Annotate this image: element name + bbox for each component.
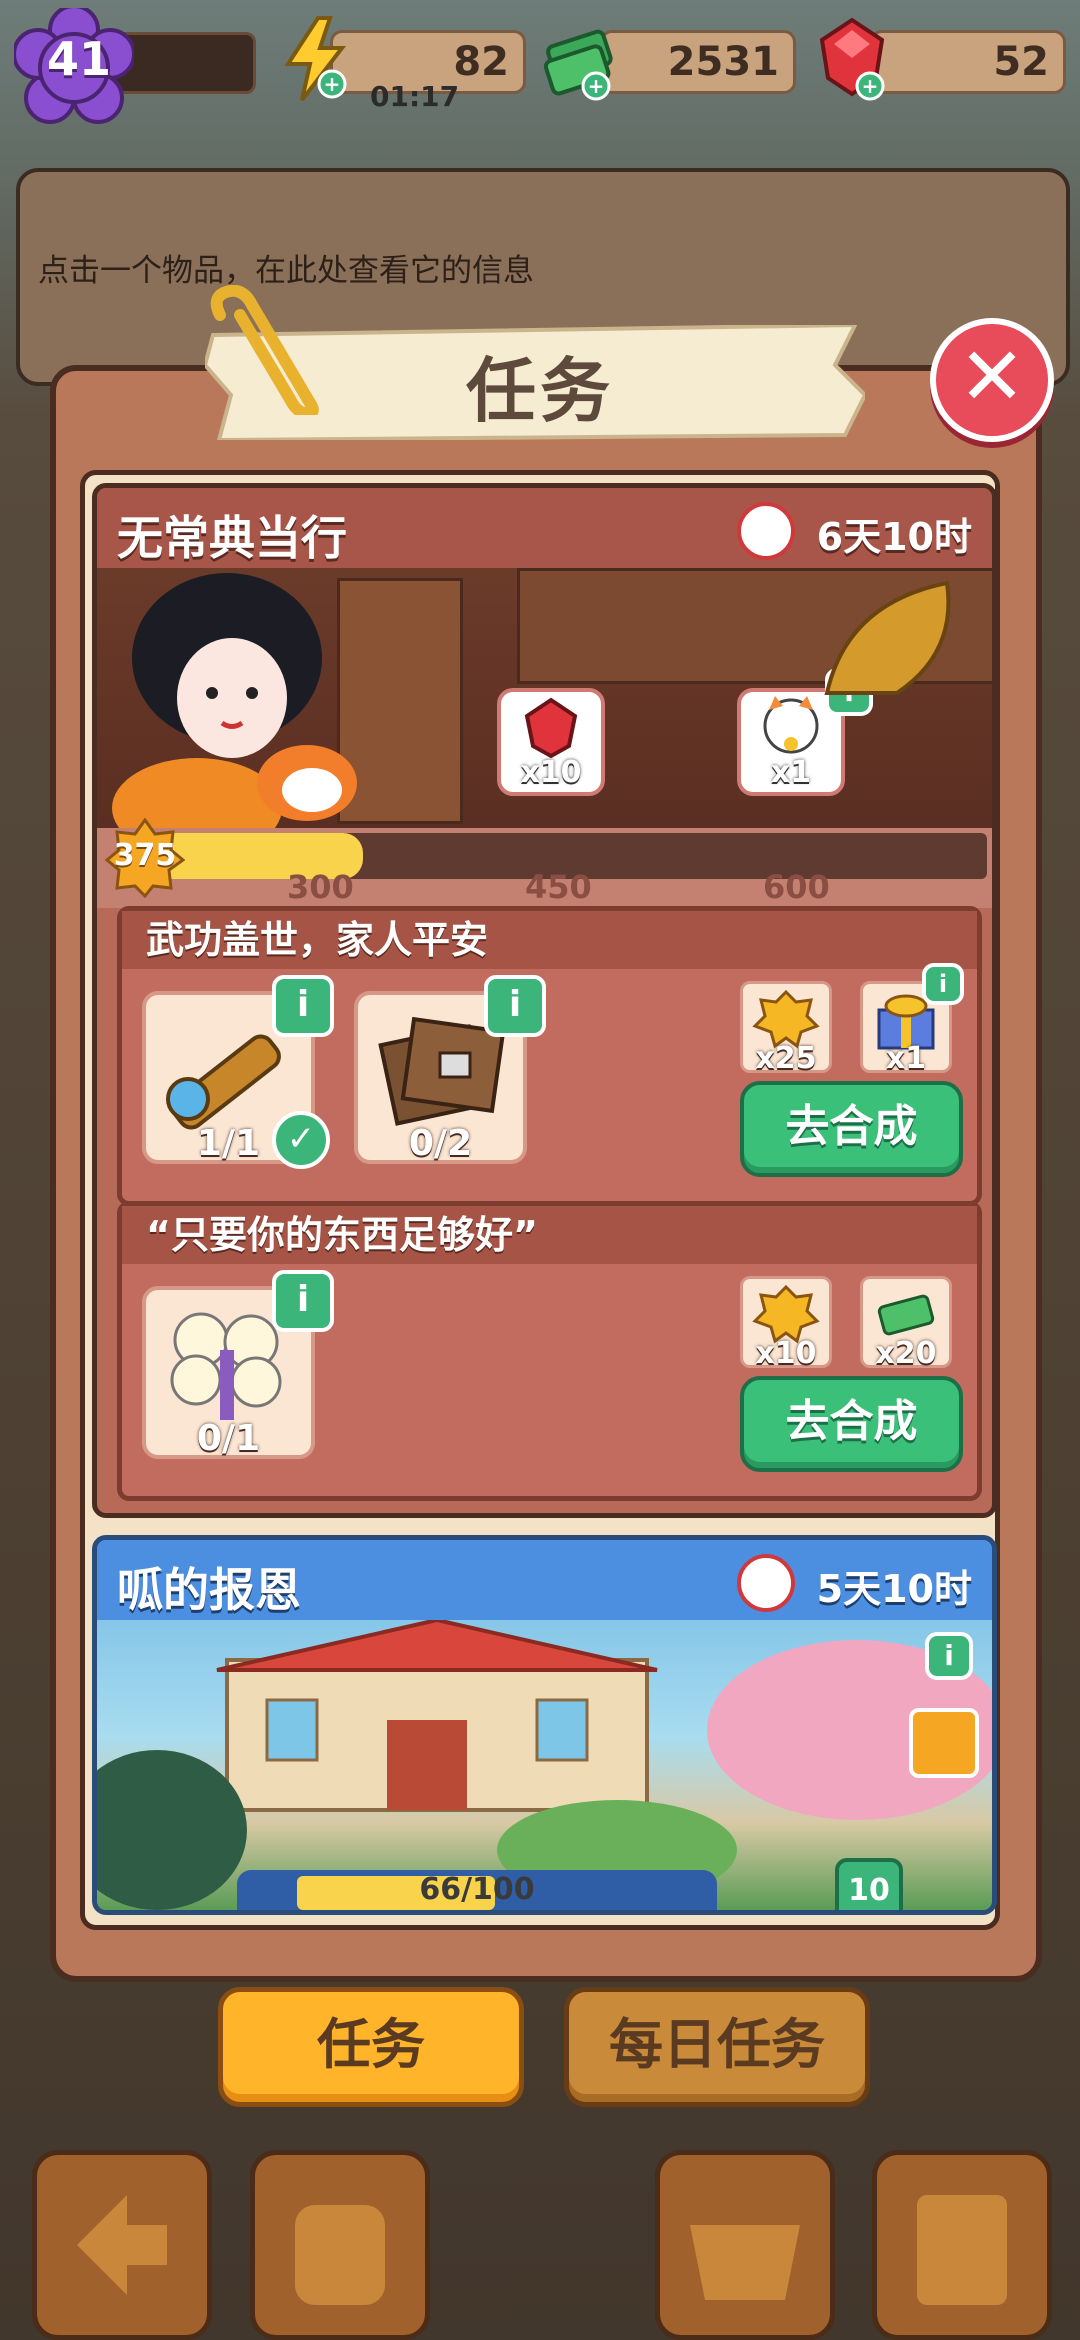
inventory-button[interactable] — [250, 2150, 430, 2340]
clock-icon — [737, 1554, 795, 1612]
reward-count: x20 — [875, 1336, 937, 1371]
back-button[interactable] — [32, 2150, 212, 2340]
reward-level-badge: 10 — [835, 1858, 903, 1910]
info-button[interactable]: i — [272, 1270, 334, 1332]
cash-counter[interactable]: 2531 — [600, 30, 796, 94]
red-gem-icon — [524, 697, 578, 759]
go-merge-button[interactable]: 去合成 — [740, 1376, 963, 1472]
svg-text:+: + — [862, 74, 879, 98]
event-card-frog[interactable]: 呱的报恩 5天10时 i 66/100 10 — [92, 1535, 997, 1915]
red-gem-icon: + — [819, 17, 885, 101]
go-merge-button[interactable]: 去合成 — [740, 1081, 963, 1177]
event-progress: 300 450 600 — [97, 828, 992, 908]
backpack-icon — [295, 2205, 385, 2305]
reward-count: x1 — [770, 755, 812, 790]
basket-icon — [690, 2225, 800, 2300]
tab-quests[interactable]: 任务 — [218, 1987, 524, 2107]
reward-count: x10 — [520, 755, 582, 790]
svg-text:+: + — [588, 74, 605, 98]
milestone-300-label: 300 — [287, 868, 354, 906]
level-number: 41 — [46, 32, 111, 86]
gem-counter[interactable]: 52 — [870, 30, 1066, 94]
event-card-pawnshop: 无常典当行 6天10时 x10 x1 300 450 600 375 武功盖世，… — [92, 483, 997, 1518]
score-value: 375 — [113, 838, 177, 873]
event-header: 无常典当行 6天10时 — [97, 488, 992, 568]
event-timer: 5天10时 — [816, 1567, 972, 1611]
reward-cash: x20 — [860, 1276, 952, 1371]
back-arrow-icon — [77, 2195, 167, 2295]
clock-icon — [737, 502, 795, 560]
reward-gold-coin: x10 — [740, 1276, 832, 1371]
cash-value: 2531 — [667, 39, 779, 85]
trophy-icon[interactable] — [909, 1708, 979, 1778]
quests-button[interactable] — [872, 2150, 1052, 2340]
checkmark-icon: ✓ — [272, 1111, 330, 1169]
pawnshop-owner-character — [112, 573, 357, 828]
reward-count: x25 — [755, 1041, 817, 1076]
close-button[interactable]: ✕ — [930, 318, 1054, 442]
energy-bolt-icon: + — [284, 16, 347, 102]
event-scene: x10 x1 i — [97, 568, 992, 828]
close-icon: ✕ — [958, 330, 1026, 423]
task-card: 武功盖世，家人平安 1/1 ✓ i 0/2 i x25 x1 i 去合成 — [117, 906, 982, 1206]
energy-value: 82 — [453, 39, 509, 85]
item-quantity: 0/2 — [408, 1123, 473, 1164]
event2-progress-bar: 66/100 — [237, 1870, 717, 1910]
resource-bar: 41 82 + 01:17 2531 + 52 + — [0, 0, 1080, 124]
event-title: 呱的报恩 — [117, 1563, 301, 1617]
svg-text:+: + — [324, 72, 341, 96]
progress-text: 66/100 — [419, 1872, 535, 1907]
task-title: “只要你的东西足够好” — [122, 1206, 977, 1264]
info-button[interactable]: i — [272, 975, 334, 1037]
cash-icon: + — [543, 29, 613, 101]
milestone-450-label: 450 — [525, 868, 592, 906]
milestone-600-label: 600 — [763, 868, 830, 906]
item-quantity: 0/1 — [196, 1418, 261, 1459]
shop-button[interactable] — [655, 2150, 835, 2340]
info-button[interactable]: i — [922, 963, 964, 1005]
energy-timer: 01:17 — [370, 80, 460, 113]
gramophone-icon — [824, 580, 951, 695]
milestone-reward-450[interactable]: x10 — [497, 688, 605, 796]
reward-count: x1 — [885, 1041, 927, 1076]
event-header: 呱的报恩 5天10时 — [97, 1540, 992, 1620]
reward-gold-coin: x25 — [740, 981, 832, 1076]
gem-value: 52 — [993, 39, 1049, 85]
info-button[interactable]: i — [484, 975, 546, 1037]
event-title: 无常典当行 — [117, 511, 347, 565]
item-info-hint: 点击一个物品，在此处查看它的信息 — [38, 253, 534, 289]
info-button[interactable]: i — [925, 1632, 973, 1680]
task-card: “只要你的东西足够好” 0/1 i x10 x20 去合成 — [117, 1201, 982, 1501]
tab-daily-quests[interactable]: 每日任务 — [564, 1987, 870, 2107]
task-title: 武功盖世，家人平安 — [122, 911, 977, 969]
modal-title: 任务 — [466, 350, 614, 432]
reward-count: x10 — [755, 1336, 817, 1371]
clipboard-star-icon — [917, 2195, 1007, 2305]
event-timer: 6天10时 — [816, 515, 972, 559]
level-badge[interactable]: 41 — [14, 8, 134, 128]
